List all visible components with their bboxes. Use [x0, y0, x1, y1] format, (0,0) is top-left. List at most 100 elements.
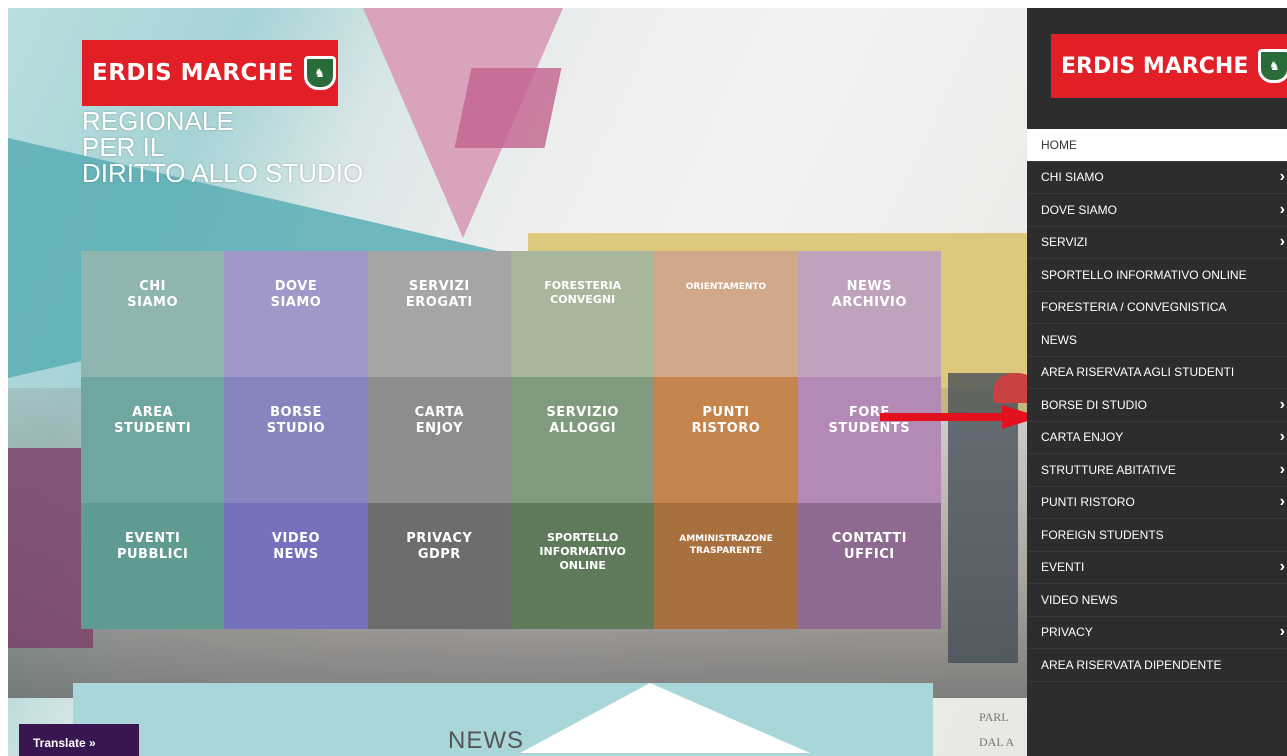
- tile-label: SERVIZI EROGATI: [405, 279, 473, 310]
- side-menu-panel: ERDIS MARCHE ♞ HOME CHI SIAMO › DOVE SIAMO ›…: [1027, 8, 1287, 756]
- tile-video-news[interactable]: VIDEO NEWS: [224, 503, 368, 629]
- tile-label: EVENTI PUBBLICI: [116, 531, 189, 562]
- side-news-snippet: PARL DAL A: [979, 705, 1014, 755]
- menu-item-label: PUNTI RISTORO: [1041, 495, 1135, 510]
- tile-label: CHI SIAMO: [127, 279, 179, 310]
- tile-contatti-uffici[interactable]: CONTATTI UFFICI: [797, 503, 941, 629]
- menu-item-label: STRUTTURE ABITATIVE: [1041, 462, 1176, 477]
- menu-item-strutture-abitative[interactable]: STRUTTURE ABITATIVE ›: [1027, 454, 1287, 487]
- subtitle-line: PER IL: [82, 132, 165, 162]
- tile-orientamento[interactable]: ORIENTAMENTO: [654, 251, 798, 377]
- tile-sportello-informativo-online[interactable]: SPORTELLO INFORMATIVO ONLINE: [510, 503, 655, 629]
- menu-logo-text: ERDIS MARCHE: [1061, 53, 1249, 79]
- menu-item-privacy[interactable]: PRIVACY ›: [1027, 617, 1287, 649]
- chevron-right-icon[interactable]: ›: [1280, 168, 1285, 186]
- tile-chi-siamo[interactable]: CHI SIAMO: [81, 251, 225, 377]
- tile-label: PRIVACY GDPR: [406, 531, 473, 562]
- menu-item-foresteria-convegnistica[interactable]: FORESTERIA / CONVEGNISTICA: [1027, 292, 1287, 324]
- menu-list: HOME CHI SIAMO › DOVE SIAMO › SERVIZI › SPORTEL…: [1027, 129, 1287, 682]
- menu-item-label: DOVE SIAMO: [1041, 202, 1118, 217]
- menu-item-label: NEWS: [1041, 332, 1077, 347]
- chevron-right-icon[interactable]: ›: [1280, 233, 1285, 251]
- menu-item-dove-siamo[interactable]: DOVE SIAMO ›: [1027, 194, 1287, 227]
- tile-label: AMMINISTRAZONE TRASPARENTE: [679, 534, 773, 556]
- menu-item-label: SPORTELLO INFORMATIVO ONLINE: [1041, 267, 1247, 282]
- menu-item-video-news[interactable]: VIDEO NEWS: [1027, 584, 1287, 617]
- subtitle-line: REGIONALE: [82, 106, 234, 136]
- tile-label: FORESTERIA CONVEGNI: [544, 279, 622, 306]
- menu-item-eventi[interactable]: EVENTI ›: [1027, 552, 1287, 584]
- menu-item-label: AREA RISERVATA AGLI STUDENTI: [1041, 365, 1235, 380]
- menu-item-label: BORSE DI STUDIO: [1041, 397, 1148, 412]
- tile-label: AREA STUDENTI: [114, 405, 192, 436]
- news-heading: NEWS: [448, 727, 524, 754]
- tile-servizio-alloggi[interactable]: SERVIZIO ALLOGGI: [510, 377, 655, 503]
- menu-item-carta-enjoy[interactable]: CARTA ENJOY ›: [1027, 422, 1287, 454]
- tile-foresteria-convegni[interactable]: FORESTERIA CONVEGNI: [510, 251, 655, 377]
- menu-item-label: VIDEO NEWS: [1041, 592, 1118, 607]
- chevron-right-icon[interactable]: ›: [1280, 493, 1285, 511]
- marche-emblem-icon: ♞: [303, 56, 336, 90]
- main-site-area: ERDIS MARCHE ♞ REGIONALE PER IL DIRITTO …: [8, 8, 1027, 756]
- menu-item-label: HOME: [1041, 137, 1077, 152]
- menu-item-label: FOREIGN STUDENTS: [1041, 527, 1164, 542]
- menu-item-servizi[interactable]: SERVIZI ›: [1027, 227, 1287, 259]
- tile-servizi-erogati[interactable]: SERVIZI EROGATI: [367, 251, 511, 377]
- side-news-line: DAL A: [979, 735, 1015, 749]
- chevron-right-icon[interactable]: ›: [1280, 623, 1285, 641]
- menu-item-chi-siamo[interactable]: CHI SIAMO ›: [1027, 162, 1287, 194]
- menu-item-label: CARTA ENJOY: [1041, 430, 1124, 445]
- chevron-right-icon[interactable]: ›: [1280, 428, 1285, 446]
- red-arrow-annotation: [880, 405, 1040, 429]
- subtitle-line: DIRITTO ALLO STUDIO: [82, 158, 364, 188]
- tile-eventi-pubblici[interactable]: EVENTI PUBBLICI: [81, 503, 225, 629]
- menu-item-punti-ristoro[interactable]: PUNTI RISTORO ›: [1027, 487, 1287, 519]
- tile-dove-siamo[interactable]: DOVE SIAMO: [224, 251, 368, 377]
- tile-label: ORIENTAMENTO: [685, 282, 767, 292]
- menu-item-label: FORESTERIA / CONVEGNISTICA: [1041, 300, 1227, 315]
- tile-label: DOVE SIAMO: [270, 279, 322, 310]
- tile-label: SPORTELLO INFORMATIVO ONLINE: [539, 531, 626, 572]
- chevron-right-icon[interactable]: ›: [1280, 201, 1285, 219]
- tile-grid: CHI SIAMO DOVE SIAMO SERVIZI EROGATI FOREST…: [81, 251, 941, 629]
- tile-privacy-gdpr[interactable]: PRIVACY GDPR: [367, 503, 511, 629]
- tile-label: CONTATTI UFFICI: [831, 531, 907, 562]
- marche-emblem-icon: ♞: [1258, 49, 1287, 83]
- menu-item-area-riservata-dipendente[interactable]: AREA RISERVATA DIPENDENTE: [1027, 649, 1287, 682]
- side-news-line: PARL: [979, 710, 1009, 724]
- menu-item-news[interactable]: NEWS: [1027, 324, 1287, 357]
- tile-label: BORSE STUDIO: [266, 405, 326, 436]
- translate-button[interactable]: Translate »: [19, 724, 139, 756]
- menu-item-foreign-students[interactable]: FOREIGN STUDENTS: [1027, 519, 1287, 552]
- menu-logo[interactable]: ERDIS MARCHE ♞: [1051, 34, 1287, 98]
- menu-item-sportello-informativo-online[interactable]: SPORTELLO INFORMATIVO ONLINE: [1027, 259, 1287, 292]
- tile-fore-students[interactable]: FORE STUDENTS: [797, 377, 941, 503]
- menu-item-area-riservata-agli-studenti[interactable]: AREA RISERVATA AGLI STUDENTI: [1027, 357, 1287, 389]
- tile-punti-ristoro[interactable]: PUNTI RISTORO: [654, 377, 798, 503]
- menu-item-borse-di-studio[interactable]: BORSE DI STUDIO ›: [1027, 389, 1287, 422]
- chevron-right-icon[interactable]: ›: [1280, 461, 1285, 479]
- tile-label: VIDEO NEWS: [271, 531, 321, 562]
- tile-label: CARTA ENJOY: [414, 405, 465, 436]
- site-subtitle: REGIONALE PER IL DIRITTO ALLO STUDIO: [82, 108, 363, 186]
- menu-item-label: CHI SIAMO: [1041, 170, 1104, 185]
- tile-label: PUNTI RISTORO: [691, 405, 761, 436]
- tile-area-studenti[interactable]: AREA STUDENTI: [81, 377, 225, 503]
- tile-label: SERVIZIO ALLOGGI: [546, 405, 619, 436]
- tile-borse-studio[interactable]: BORSE STUDIO: [224, 377, 368, 503]
- site-logo[interactable]: ERDIS MARCHE ♞: [82, 40, 338, 106]
- menu-item-label: SERVIZI: [1041, 235, 1088, 250]
- tile-amministrazone-trasparente[interactable]: AMMINISTRAZONE TRASPARENTE: [654, 503, 798, 629]
- tile-news-archivio[interactable]: NEWS ARCHIVIO: [797, 251, 941, 377]
- site-logo-text: ERDIS MARCHE: [92, 60, 294, 86]
- menu-item-label: PRIVACY: [1041, 625, 1093, 640]
- chevron-right-icon[interactable]: ›: [1280, 558, 1285, 576]
- chevron-right-icon[interactable]: ›: [1280, 396, 1285, 414]
- menu-item-label: AREA RISERVATA DIPENDENTE: [1041, 657, 1222, 672]
- menu-item-home[interactable]: HOME: [1027, 129, 1287, 162]
- tile-carta-enjoy[interactable]: CARTA ENJOY: [367, 377, 511, 503]
- tile-label: NEWS ARCHIVIO: [831, 279, 907, 310]
- background-magenta-shape: [454, 68, 562, 148]
- news-decorative-shape: [520, 683, 810, 753]
- menu-item-label: EVENTI: [1041, 560, 1085, 575]
